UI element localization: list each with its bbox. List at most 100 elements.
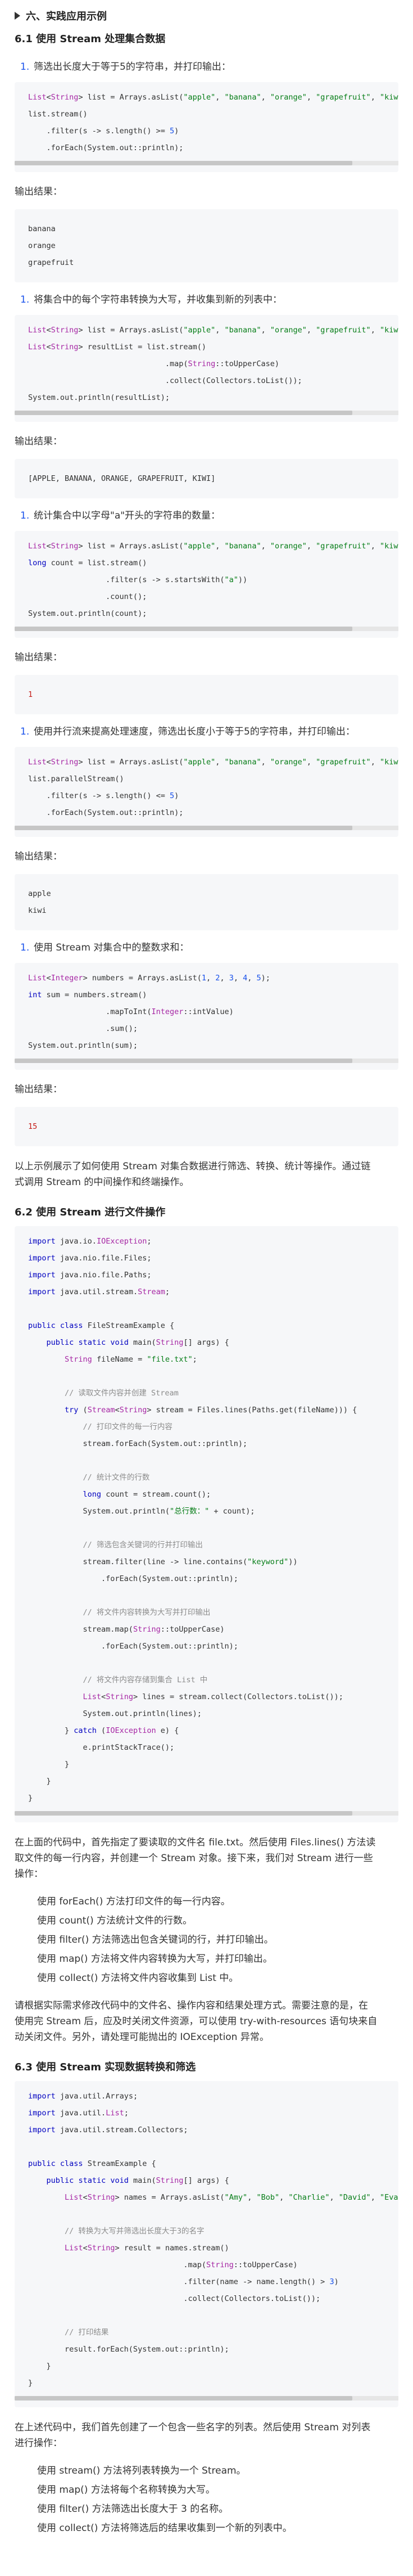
- output-label: 输出结果：: [15, 652, 62, 663]
- code-line: // 将文件内容存储到集合 List 中: [83, 1676, 208, 1685]
- code-line: import java.util.stream.Stream;: [28, 1287, 170, 1296]
- paragraph: 式调用 Stream 的中间操作和终端操作。: [15, 1174, 398, 1190]
- list-item: 1. 使用 Stream 对集合中的整数求和：: [15, 940, 398, 955]
- code-line: .sum();: [28, 1024, 138, 1033]
- code-line: .filter(s -> s.startsWith("a")): [28, 575, 248, 584]
- code-line: result.forEach(System.out::println);: [28, 2345, 229, 2354]
- horizontal-scrollbar[interactable]: [15, 2396, 398, 2401]
- code-line: }: [28, 1760, 70, 1769]
- horizontal-scrollbar[interactable]: [15, 627, 398, 631]
- item-number: 1.: [20, 61, 30, 73]
- output-label: 输出结果：: [15, 186, 62, 197]
- section-title: 六、实践应用示例: [26, 11, 107, 22]
- horizontal-scrollbar[interactable]: [15, 161, 398, 165]
- output-block: 15: [15, 1107, 398, 1146]
- code-line: // 统计文件的行数: [83, 1473, 150, 1482]
- collapse-triangle-icon[interactable]: [15, 12, 20, 20]
- code-line: .filter(s -> s.length() >= 5): [28, 127, 179, 136]
- scrollbar-thumb[interactable]: [15, 2396, 353, 2401]
- code-line: long count = stream.count();: [83, 1490, 211, 1499]
- code-line: List<String> list = Arrays.asList("apple…: [28, 326, 398, 335]
- code-line: }: [28, 1794, 33, 1803]
- code-block[interactable]: import java.util.Arrays; import java.util…: [15, 2081, 398, 2407]
- scrollbar-thumb[interactable]: [15, 627, 353, 631]
- paragraph: 在上述代码中，我们首先创建了一个包含一些名字的列表。然后使用 Stream 对列…: [15, 2420, 398, 2435]
- paragraph-line: 取文件的每一行内容，并创建一个 Stream 对象。接下来，我们对 Stream…: [15, 1853, 373, 1864]
- scrollbar-thumb[interactable]: [15, 1059, 353, 1063]
- code-line: stream.filter(line -> line.contains("key…: [28, 1557, 298, 1566]
- code-line: .forEach(System.out::println);: [28, 143, 184, 152]
- code-line: List<String> names = Arrays.asList("Amy"…: [65, 2193, 398, 2202]
- list-item: 1. 统计集合中以字母"a"开头的字符串的数量：: [15, 508, 398, 523]
- code-line: List<String> list = Arrays.asList("apple…: [28, 542, 398, 551]
- code-line: public class StreamExample {: [28, 2159, 156, 2168]
- output-line: orange: [28, 241, 56, 250]
- code-line: }: [28, 1777, 51, 1786]
- code-line: String fileName = "file.txt";: [65, 1355, 197, 1364]
- paragraph: 请根据实际需求修改代码中的文件名、操作内容和结果处理方式。需要注意的是，在 使用完…: [15, 1998, 398, 2045]
- scrollbar-thumb[interactable]: [15, 411, 353, 415]
- code-line: System.out.println(lines);: [28, 1709, 202, 1718]
- paragraph-line: 使用完 Stream 后，应及时关闭文件资源，可以使用 try-with-res…: [15, 2016, 378, 2027]
- code-line: .collect(Collectors.toList());: [28, 2294, 321, 2303]
- output-label: 输出结果：: [15, 1084, 62, 1095]
- code-line: stream.forEach(System.out::println);: [28, 1439, 248, 1448]
- item-number: 1.: [20, 510, 30, 521]
- item-number: 1.: [20, 726, 30, 737]
- horizontal-scrollbar[interactable]: [15, 1059, 398, 1063]
- code-line: System.out.println("总行数：" + count);: [28, 1507, 255, 1516]
- output-line: [APPLE, BANANA, ORANGE, GRAPEFRUIT, KIWI…: [28, 474, 216, 483]
- output-line: 15: [28, 1122, 38, 1131]
- code-block[interactable]: List<String> list = Arrays.asList("apple…: [15, 82, 398, 172]
- bullet-item: 使用 stream() 方法将列表转换为一个 Stream。: [37, 2461, 398, 2480]
- subsection-6-1-title: 6.1 使用 Stream 处理集合数据: [15, 33, 166, 45]
- horizontal-scrollbar[interactable]: [15, 411, 398, 415]
- code-line: .map(String::toUpperCase): [28, 359, 280, 368]
- item-number: 1.: [20, 942, 30, 953]
- output-line: 1: [28, 690, 33, 699]
- scrollbar-thumb[interactable]: [15, 1811, 353, 1816]
- code-line: import java.util.stream.Collectors;: [28, 2125, 188, 2134]
- output-line: apple: [28, 889, 51, 898]
- paragraph-line: 进行操作：: [15, 2438, 62, 2449]
- output-label: 输出结果：: [15, 851, 62, 862]
- code-line: public static void main(String[] args) {: [46, 1338, 229, 1347]
- item-number: 1.: [20, 294, 30, 305]
- code-line: list.parallelStream(): [28, 774, 124, 783]
- code-block[interactable]: List<String> list = Arrays.asList("apple…: [15, 531, 398, 638]
- paragraph-line: 动关闭文件。另外，请处理可能抛出的 IOException 异常。: [15, 2032, 269, 2043]
- code-line: List<Integer> numbers = Arrays.asList(1,…: [28, 974, 270, 983]
- code-line: .collect(Collectors.toList());: [28, 376, 302, 385]
- code-line: .filter(s -> s.length() <= 5): [28, 791, 179, 800]
- code-line: List<String> resultList = list.stream(): [28, 343, 207, 352]
- horizontal-scrollbar[interactable]: [15, 1811, 398, 1816]
- code-line: public static void main(String[] args) {: [46, 2176, 229, 2185]
- output-block: [APPLE, BANANA, ORANGE, GRAPEFRUIT, KIWI…: [15, 459, 398, 498]
- code-block[interactable]: List<String> list = Arrays.asList("apple…: [15, 747, 398, 837]
- bullet-list: 使用 stream() 方法将列表转换为一个 Stream。使用 map() 方…: [15, 2461, 398, 2538]
- scrollbar-thumb[interactable]: [15, 826, 353, 830]
- code-line: System.out.println(sum);: [28, 1041, 138, 1050]
- code-line: List<String> result = names.stream(): [65, 2244, 229, 2253]
- code-line: // 将文件内容转换为大写并打印输出: [83, 1608, 211, 1617]
- code-line: // 打印文件的每一行内容: [83, 1422, 173, 1431]
- code-block[interactable]: List<Integer> numbers = Arrays.asList(1,…: [15, 963, 398, 1070]
- code-line: e.printStackTrace();: [28, 1743, 175, 1752]
- output-block: banana orange grapefruit: [15, 209, 398, 282]
- code-block[interactable]: import java.io.IOException; import java.n…: [15, 1226, 398, 1822]
- code-line: long count = list.stream(): [28, 559, 147, 568]
- scrollbar-thumb[interactable]: [15, 161, 353, 165]
- code-line: .count();: [28, 592, 147, 601]
- code-line: }: [28, 2379, 33, 2388]
- output-block: apple kiwi: [15, 874, 398, 930]
- code-block[interactable]: List<String> list = Arrays.asList("apple…: [15, 315, 398, 422]
- code-line: .mapToInt(Integer::intValue): [28, 1007, 234, 1016]
- subsection-6-3-title: 6.3 使用 Stream 实现数据转换和筛选: [15, 2061, 196, 2073]
- horizontal-scrollbar[interactable]: [15, 826, 398, 830]
- code-line: System.out.println(count);: [28, 609, 147, 618]
- output-label: 输出结果：: [15, 436, 62, 447]
